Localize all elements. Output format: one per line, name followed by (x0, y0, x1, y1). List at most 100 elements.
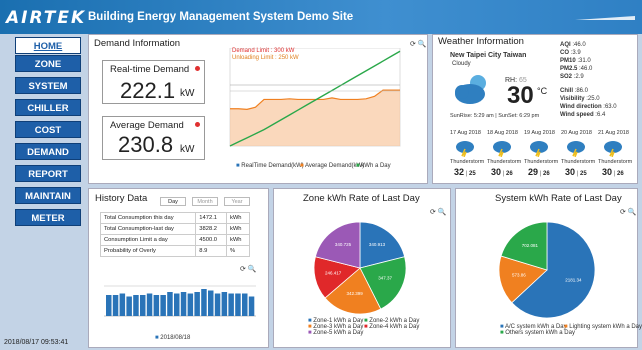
zone-title: Zone kWh Rate of Last Day (303, 193, 420, 204)
table-row: Consumption Limit a day 4500.0 kWh (99, 234, 251, 246)
unloading-limit-text: Unloading Limit : 250 kW (232, 55, 299, 61)
history-table: Total Consumption this day 1472.1 kWh Tota… (99, 212, 251, 257)
row-label: Total Consumption-last day (99, 223, 197, 235)
legend-item-label: Others system kWh a Day (505, 330, 575, 336)
tab-year[interactable]: Year (224, 197, 250, 206)
timestamp: 2018/08/17 09:53:41 (4, 339, 69, 346)
stat-key: Visibility (560, 96, 585, 102)
sidebar-item-maintain[interactable]: MAINTAIN (15, 187, 81, 204)
row-unit: kWh (225, 212, 251, 224)
stat-value: :6.4 (593, 112, 606, 118)
pie-slice-label: 340.725 (335, 242, 352, 247)
sidebar-item-demand[interactable]: DEMAND (15, 143, 81, 160)
stat-value: :46.0 (570, 42, 586, 48)
history-bar-chart (104, 285, 256, 317)
sidebar-item-meter[interactable]: METER (15, 209, 81, 226)
forecast-high: 30 (602, 167, 613, 177)
row-unit: kWh (225, 234, 251, 246)
realtime-demand-value: 222.1 (120, 78, 176, 103)
history-bar (119, 293, 126, 316)
stat-value: :63.0 (601, 104, 617, 110)
pie-slice-label: 347.37 (378, 275, 392, 280)
forecast-low: 26 (506, 171, 513, 177)
weather-city: New Taipei City Taiwan (450, 52, 527, 59)
sidebar-item-report[interactable]: REPORT (15, 165, 81, 182)
row-label: Probability of Overly (99, 245, 197, 257)
row-value: 8.9 (195, 245, 227, 257)
history-bar (242, 293, 248, 316)
forecast-date: 21 Aug 2018 (598, 130, 629, 136)
stat-key: Wind speed (560, 112, 594, 118)
sidebar-item-cost[interactable]: COST (15, 121, 81, 138)
realtime-demand-label: Real-time Demand (110, 64, 190, 75)
table-row: Total Consumption this day 1472.1 kWh (99, 212, 251, 224)
history-bar (112, 295, 119, 316)
stat-key: Chill (560, 88, 573, 94)
temperature-unit: °C (537, 86, 548, 96)
history-bar (106, 295, 112, 316)
thunderstorm-icon (493, 141, 511, 157)
stat-key: SO2 (560, 74, 573, 80)
table-row: Total Consumption-last day 3828.2 kWh (99, 223, 251, 235)
tab-month[interactable]: Month (192, 197, 218, 206)
forecast-temps: 30 | 25 (565, 167, 587, 177)
average-status-dot (195, 122, 200, 127)
stat-value: :3.9 (569, 50, 581, 56)
zone-chart-tools[interactable]: ⟳ 🔍 (430, 208, 447, 216)
forecast-condition: Thunderstorm (524, 159, 559, 165)
stat-key: Wind direction (560, 104, 602, 110)
system-chart-tools[interactable]: ⟳ 🔍 (620, 208, 637, 216)
forecast-high: 30 (565, 167, 576, 177)
history-bar (214, 293, 221, 316)
demand-title: Demand Information (94, 38, 181, 49)
forecast-temps: 30 | 26 (491, 167, 513, 177)
stat-item: Visibility :25.0 (560, 96, 600, 102)
pie-slice-label: 2181.34 (565, 278, 582, 283)
table-row: Probability of Overly 8.9% (99, 245, 251, 257)
thunderstorm-icon (604, 141, 622, 157)
stat-item: PM2.5 :46.0 (560, 66, 592, 72)
row-label: Total Consumption this day (99, 212, 197, 224)
stat-key: AQI (560, 42, 571, 48)
stat-value: :46.0 (577, 66, 593, 72)
average-demand-label: Average Demand (110, 120, 184, 131)
history-legend: ■ 2018/08/18 (155, 335, 191, 341)
legend-item: ■ Others system kWh a Day (500, 330, 575, 336)
forecast-condition: Thunderstorm (561, 159, 596, 165)
thunderstorm-icon (567, 141, 585, 157)
average-demand-unit: kW (180, 144, 195, 155)
row-label: Consumption Limit a day (99, 234, 197, 246)
history-bar (194, 292, 200, 316)
forecast-high: 30 (491, 167, 502, 177)
forecast-date: 17 Aug 2018 (450, 130, 481, 136)
thunderstorm-icon (456, 141, 474, 157)
stat-key: CO (560, 50, 569, 56)
forecast-date: 19 Aug 2018 (524, 130, 555, 136)
temperature: 30 (507, 82, 534, 109)
history-legend-label: 2018/08/18 (160, 335, 191, 341)
sidebar-item-zone[interactable]: ZONE (15, 55, 81, 72)
chart-tools[interactable]: ⟳ 🔍 (410, 40, 427, 48)
history-bar (146, 293, 153, 316)
history-bar (167, 292, 173, 316)
forecast-temps: 29 | 26 (528, 167, 550, 177)
sidebar-item-home[interactable]: HOME (15, 37, 81, 54)
cloud-sun-icon (455, 75, 486, 104)
pie-slice-label: 342.399 (346, 291, 363, 296)
history-bar (248, 296, 255, 316)
history-chart-tools[interactable]: ⟳ 🔍 (240, 265, 257, 273)
forecast-temps: 32 | 25 (454, 167, 476, 177)
sidebar-item-system[interactable]: SYSTEM (15, 77, 81, 94)
sidebar-item-chiller[interactable]: CHILLER (15, 99, 81, 116)
history-bar (208, 290, 214, 316)
history-bar (133, 295, 139, 316)
forecast-low: 25 (469, 171, 476, 177)
forecast-condition: Thunderstorm (487, 159, 522, 165)
pie-slice-label: 340.913 (369, 242, 386, 247)
history-title: History Data (95, 193, 148, 204)
tab-day[interactable]: Day (160, 197, 186, 206)
history-bar (187, 293, 194, 316)
forecast-condition: Thunderstorm (598, 159, 633, 165)
history-bar (160, 295, 166, 316)
site-title: Building Energy Management System Demo S… (88, 11, 354, 23)
